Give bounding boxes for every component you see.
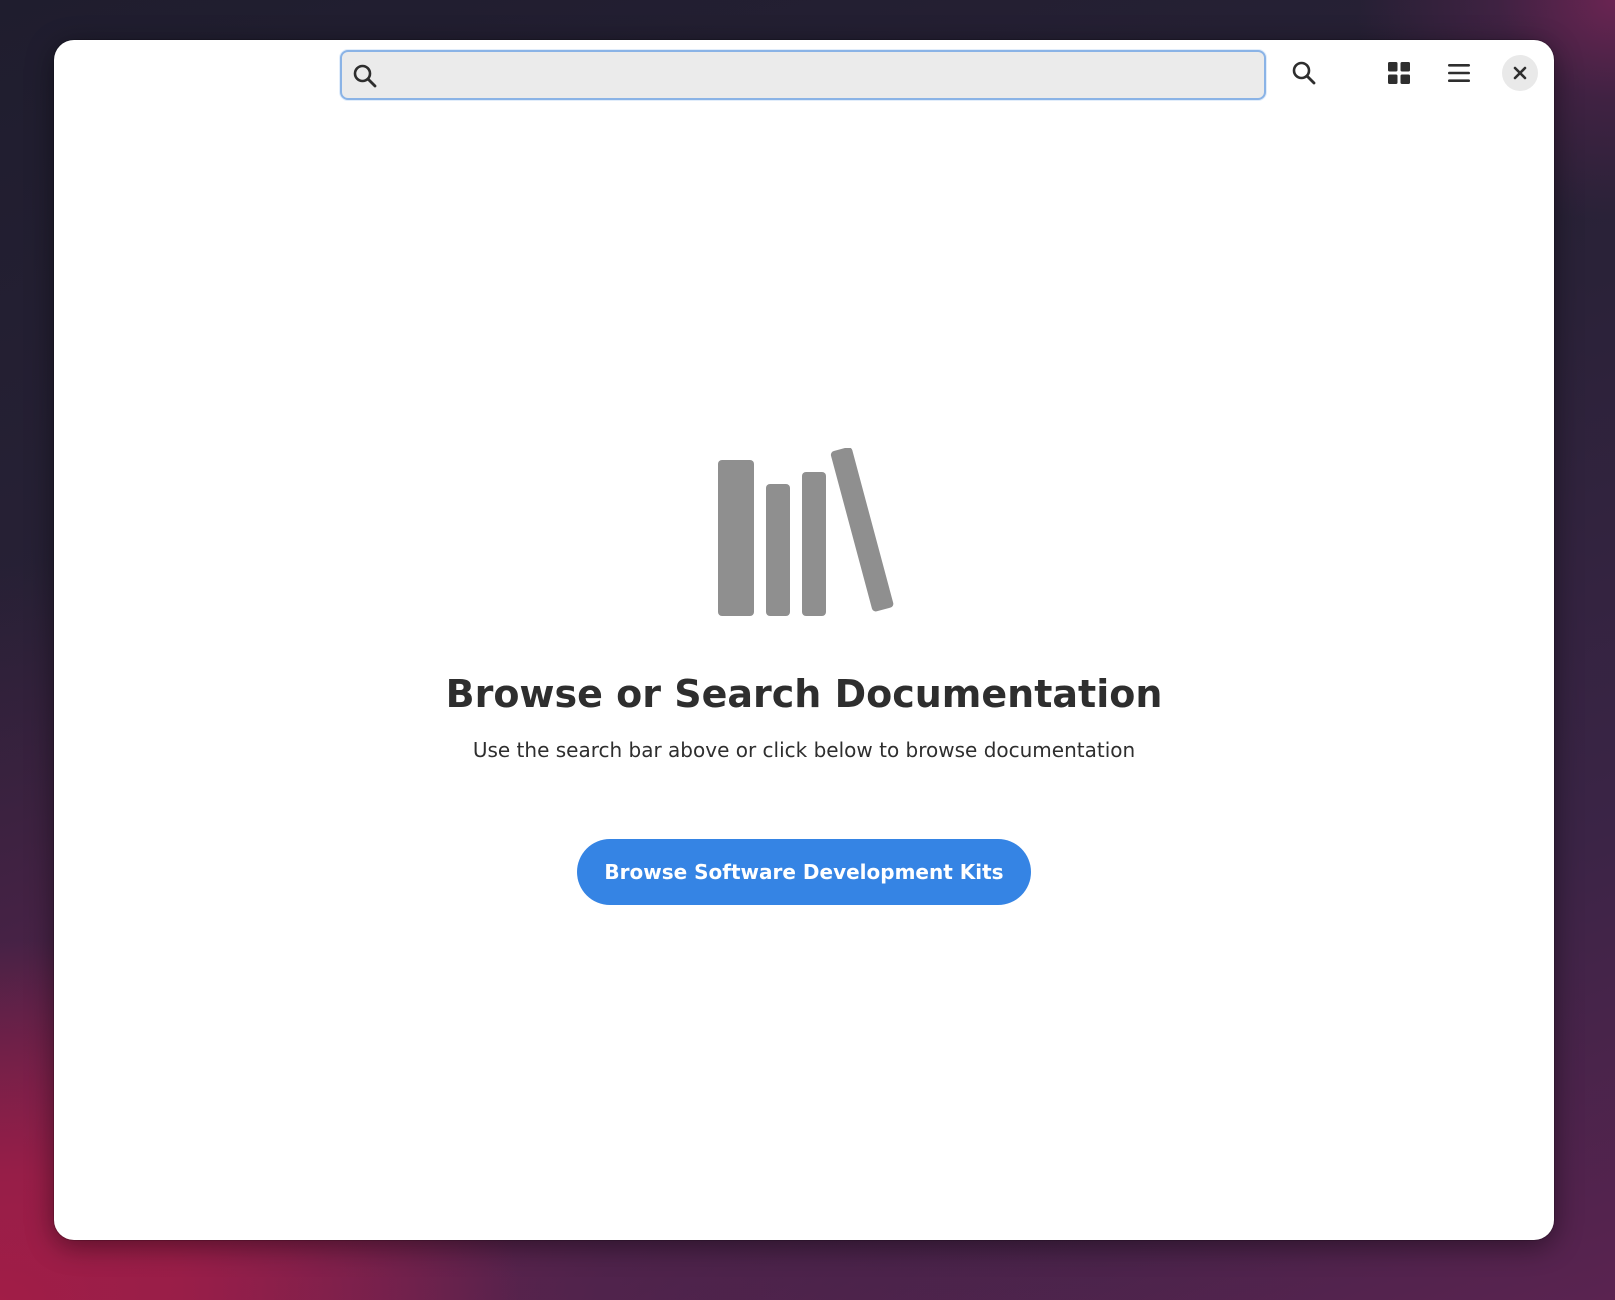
desktop-background: Browse or Search Documentation Use the s…: [0, 0, 1615, 1300]
search-icon: [353, 64, 377, 88]
status-description: Use the search bar above or click below …: [472, 738, 1136, 762]
app-window: Browse or Search Documentation Use the s…: [54, 40, 1554, 1240]
browse-sdks-button[interactable]: Browse Software Development Kits: [577, 839, 1031, 905]
header-bar: [54, 40, 1554, 112]
status-page: Browse or Search Documentation Use the s…: [54, 40, 1554, 1240]
books-icon: [718, 448, 894, 616]
close-icon: [1513, 66, 1527, 80]
hamburger-menu-icon: [1448, 64, 1470, 82]
search-button[interactable]: [1284, 53, 1324, 93]
close-window-button[interactable]: [1502, 55, 1538, 91]
grid-icon: [1388, 62, 1410, 84]
search-input[interactable]: [388, 52, 1252, 100]
grid-view-button[interactable]: [1379, 53, 1419, 93]
main-menu-button[interactable]: [1439, 53, 1479, 93]
search-entry[interactable]: [340, 50, 1266, 100]
search-icon: [1292, 61, 1316, 85]
status-title: Browse or Search Documentation: [445, 672, 1163, 716]
